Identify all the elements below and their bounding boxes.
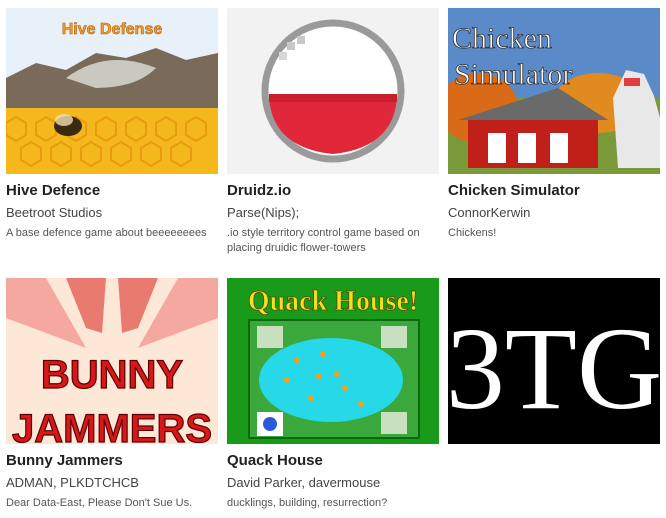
game-title[interactable]: Quack House — [227, 452, 323, 469]
game-thumbnail[interactable]: Quack House! — [227, 278, 439, 444]
thumb-title-text: Quack House! — [248, 286, 418, 317]
game-author[interactable]: Parse(Nips); — [227, 205, 299, 220]
game-description: Chickens! — [448, 227, 497, 239]
game-title[interactable]: Hive Defence — [6, 182, 100, 199]
game-author[interactable]: Beetroot Studios — [6, 205, 102, 220]
thumb-title-line2: Simulator — [454, 58, 572, 91]
thumb-title-line2: JAMMERS — [12, 407, 212, 444]
game-grid: Hive Defense Hive Defence Beetroot Studi… — [0, 0, 666, 518]
game-title[interactable]: Chicken Simulator — [448, 182, 580, 199]
game-description: .io style territory control game based o… — [227, 227, 420, 254]
thumb-logo-text: 3TG — [448, 303, 660, 434]
game-description: A base defence game about beeeeeeees — [6, 227, 207, 239]
game-thumbnail[interactable]: 3TG — [448, 278, 660, 444]
thumb-title-line1: BUNNY — [41, 353, 184, 397]
thumb-title-line1: Chicken — [452, 22, 552, 55]
game-description: Dear Data-East, Please Don't Sue Us. — [6, 497, 193, 509]
game-thumbnail[interactable]: Chicken Simulator — [448, 8, 660, 174]
game-thumbnail[interactable]: BUNNY JAMMERS — [6, 278, 218, 444]
game-thumbnail[interactable] — [227, 8, 439, 174]
game-title[interactable]: Bunny Jammers — [6, 452, 123, 469]
game-author[interactable]: ADMAN, PLKDTCHCB — [6, 475, 139, 490]
game-thumbnail[interactable]: Hive Defense — [6, 8, 218, 174]
thumb-title-text: Hive Defense — [62, 21, 163, 38]
game-description: ducklings, building, resurrection? — [227, 497, 388, 509]
game-author[interactable]: David Parker, davermouse — [227, 475, 380, 490]
game-author[interactable]: ConnorKerwin — [448, 205, 530, 220]
game-title[interactable]: Druidz.io — [227, 182, 291, 199]
